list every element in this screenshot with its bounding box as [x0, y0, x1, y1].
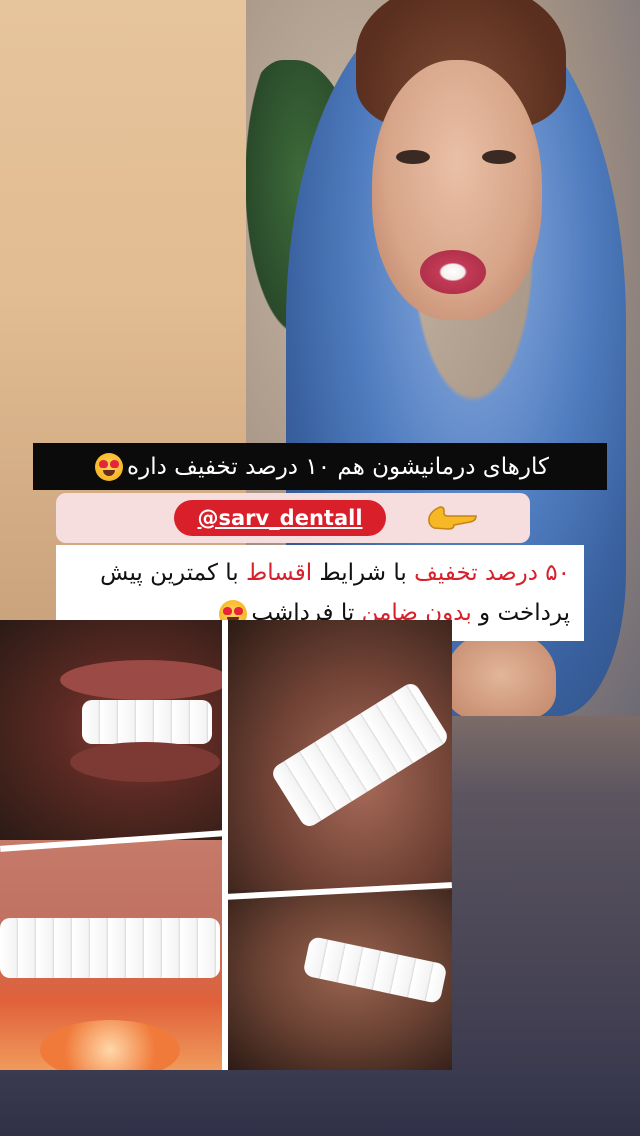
lower-lip	[70, 742, 220, 782]
promo-installments: اقساط	[245, 560, 313, 586]
instagram-handle-link[interactable]: @sarv_dentall	[174, 500, 386, 536]
orange-slice	[40, 1020, 180, 1070]
caption-text: کارهای درمانیشون هم ۱۰ درصد تخفیف داره	[127, 453, 549, 480]
right-eye	[482, 150, 516, 164]
pointing-hand-icon	[428, 506, 477, 530]
bottom-background	[0, 1070, 640, 1136]
hand	[446, 630, 556, 716]
caption-bar: کارهای درمانیشون هم ۱۰ درصد تخفیف داره	[33, 443, 607, 490]
collage-photo-smile-2	[225, 620, 452, 890]
teeth	[269, 680, 451, 830]
promo-discount: ۵۰ درصد تخفیف	[414, 560, 570, 586]
left-eye	[396, 150, 430, 164]
promo-text-2: با شرایط	[312, 560, 415, 586]
heart-eyes-emoji-icon	[95, 452, 124, 481]
collage-photo-smile-3	[0, 840, 225, 1070]
upper-lip	[60, 660, 225, 700]
teeth	[302, 935, 448, 1005]
teeth	[0, 918, 220, 978]
handle-banner: @sarv_dentall	[56, 493, 530, 543]
beige-background-panel	[0, 0, 246, 640]
torn-paper-edge	[222, 620, 228, 1070]
teeth-photo-collage	[0, 620, 452, 1070]
teeth	[82, 700, 212, 744]
collage-photo-smile-1	[0, 620, 225, 840]
smiling-lips	[420, 250, 486, 294]
collage-photo-smile-4	[225, 890, 452, 1070]
